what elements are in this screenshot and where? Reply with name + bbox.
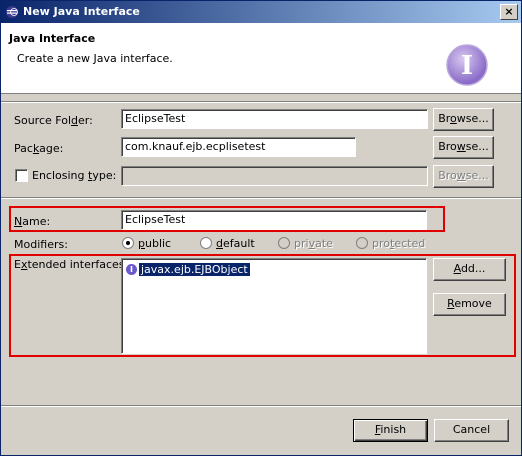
package-field[interactable]: com.knauf.ejb.ecplisetest <box>121 137 356 157</box>
extended-interfaces-list[interactable]: Ijavax.ejb.EJBObject <box>121 258 427 354</box>
separator <box>1 405 521 407</box>
cancel-button[interactable]: Cancel <box>434 419 509 442</box>
extended-interfaces-label: Extended interfaces: <box>14 258 129 271</box>
separator <box>1 197 521 199</box>
remove-interface-button[interactable]: Remove <box>433 293 506 316</box>
add-interface-button[interactable]: Add... <box>433 258 506 281</box>
interface-icon: I <box>446 44 488 86</box>
modifier-protected-radio[interactable] <box>356 237 368 249</box>
enclosing-type-label: Enclosing type: <box>32 169 117 182</box>
modifier-default-label: default <box>216 237 255 250</box>
package-label: Package: <box>14 142 64 155</box>
interface-icon: I <box>126 263 137 275</box>
close-button[interactable]: × <box>500 4 518 20</box>
banner-title: Java Interface <box>9 32 96 45</box>
finish-button[interactable]: Finish <box>353 419 428 442</box>
modifier-private-radio[interactable] <box>278 237 290 249</box>
interface-icon-letter: I <box>461 51 473 81</box>
source-folder-field[interactable]: EclipseTest <box>121 109 428 129</box>
enclosing-type-checkbox[interactable] <box>15 169 28 182</box>
window-title: New Java Interface <box>23 5 140 18</box>
modifier-public-radio[interactable] <box>122 237 134 249</box>
modifier-default-radio[interactable] <box>200 237 212 249</box>
banner-description: Create a new Java interface. <box>17 52 173 65</box>
modifier-private-label: private <box>294 237 333 250</box>
name-field[interactable]: EclipseTest <box>121 210 427 230</box>
title-bar[interactable]: New Java Interface × <box>1 1 521 23</box>
list-item[interactable]: Ijavax.ejb.EJBObject <box>126 261 251 277</box>
source-folder-label: Source Folder: <box>14 114 93 127</box>
modifiers-label: Modifiers: <box>14 238 68 251</box>
name-label: Name: <box>14 215 51 228</box>
dialog-window: New Java Interface × Java Interface Crea… <box>0 0 522 456</box>
close-icon: × <box>504 5 514 18</box>
package-browse-button[interactable]: Browse... <box>433 136 494 159</box>
enclosing-type-field[interactable] <box>121 166 428 186</box>
source-folder-browse-button[interactable]: Browse... <box>433 108 494 131</box>
modifier-public-label: public <box>138 237 172 250</box>
eclipse-icon <box>6 6 18 18</box>
wizard-banner: Java Interface Create a new Java interfa… <box>1 23 521 94</box>
enclosing-type-browse-button[interactable]: Browse... <box>433 165 494 188</box>
modifier-protected-label: protected <box>372 237 426 250</box>
list-item-label: javax.ejb.EJBObject <box>138 261 251 277</box>
separator <box>1 101 521 103</box>
